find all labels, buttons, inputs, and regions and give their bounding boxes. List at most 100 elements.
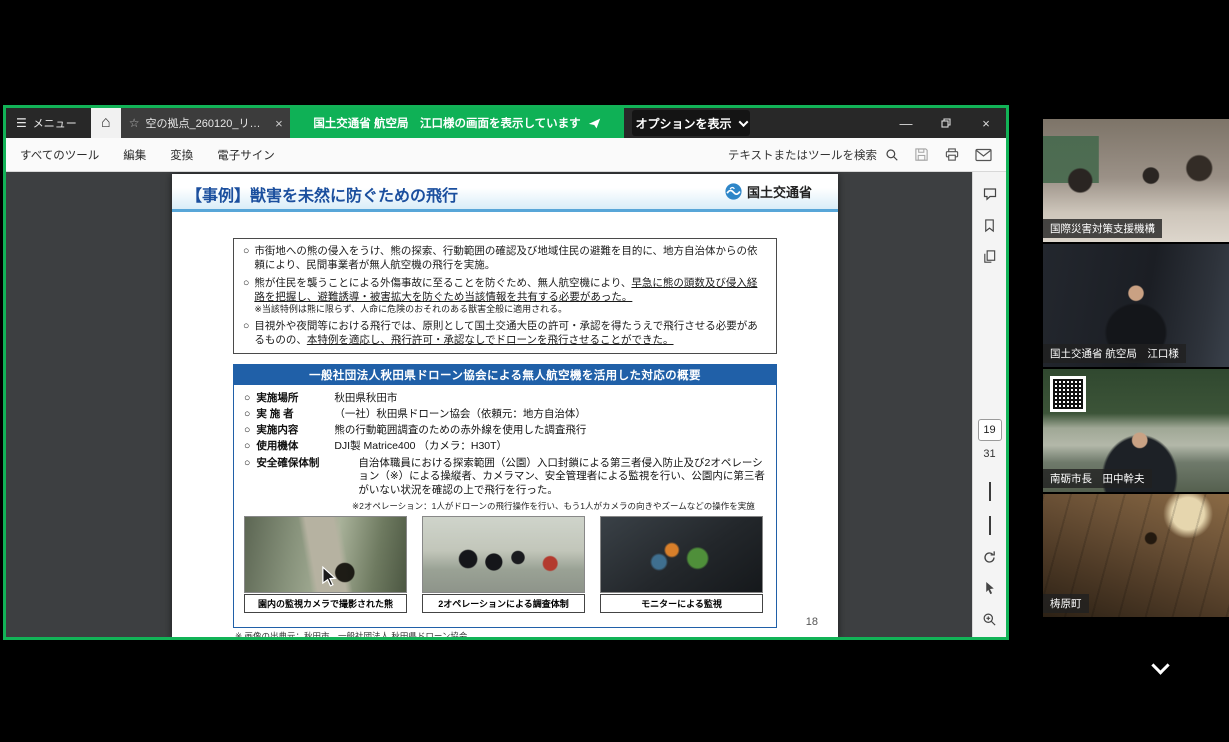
- home-icon: ⌂: [101, 114, 111, 132]
- esign-menu-item[interactable]: 電子サイン: [217, 147, 275, 163]
- email-button[interactable]: [975, 148, 992, 162]
- bookmarks-button[interactable]: [982, 218, 997, 233]
- restore-icon: [940, 117, 952, 129]
- tab-close-icon[interactable]: ×: [275, 116, 283, 131]
- show-options-button[interactable]: オプションを表示: [632, 110, 750, 136]
- more-participants-button[interactable]: [1146, 650, 1174, 678]
- star-icon[interactable]: ☆: [129, 116, 140, 130]
- refresh-icon: [982, 550, 997, 565]
- refresh-button[interactable]: [982, 550, 997, 565]
- print-button[interactable]: [944, 147, 960, 162]
- minimize-button[interactable]: —: [886, 108, 926, 138]
- email-icon: [975, 148, 992, 162]
- participant-tile-3[interactable]: 南砺市長 田中幹夫: [1043, 369, 1229, 492]
- intro-bullet-3-text: 目視外や夜間等における飛行では、原則として国土交通大臣の許可・承認を得たうえで飛…: [254, 320, 767, 348]
- restore-button[interactable]: [926, 108, 966, 138]
- pdf-image-source-note: ※ 画像の出典元：秋田市、一般社団法人 秋田県ドローン協会: [235, 630, 467, 637]
- select-tool-icon: [983, 581, 997, 596]
- detail-label: 安全確保体制: [256, 457, 352, 498]
- pdf-header-band: 【事例】獣害を未然に防ぐための飛行 国土交通省: [172, 174, 838, 212]
- window-titlebar: ☰ メニュー ⌂ ☆ 空の拠点_260120_リバ... × 国土交通省 航空局…: [6, 108, 1006, 138]
- acrobat-toolbar: すべてのツール 編集 変換 電子サイン テキストまたはツールを検索: [6, 138, 1006, 172]
- document-tab[interactable]: ☆ 空の拠点_260120_リバ... ×: [121, 108, 291, 138]
- pdf-photo-row: 園内の監視カメラで撮影された熊 2オペレーションによる調査体制 モニターによる監…: [244, 516, 766, 613]
- detail-value: （一社）秋田県ドローン協会（依頼元：地方自治体）: [334, 408, 766, 422]
- detail-row-operator: ○ 実 施 者 （一社）秋田県ドローン協会（依頼元：地方自治体）: [244, 408, 766, 422]
- save-button[interactable]: [914, 147, 929, 162]
- pdf-intro-box: ○ 市街地への熊の侵入をうけ、熊の探索、行動範囲の確認及び地域住民の避難を目的に…: [233, 238, 777, 354]
- rail-nav-icons: [973, 482, 1006, 637]
- desktop: ☰ メニュー ⌂ ☆ 空の拠点_260120_リバ... × 国土交通省 航空局…: [0, 0, 1229, 742]
- pages-icon: [982, 249, 997, 264]
- photo-card-operators: 2オペレーションによる調査体制: [422, 516, 585, 613]
- bullet-icon: ○: [244, 408, 250, 422]
- bullet-icon: ○: [243, 320, 249, 348]
- detail-row-safety: ○ 安全確保体制 自治体職員における探索範囲（公園）入口封鎖による第三者侵入防止…: [244, 457, 766, 498]
- bullet-icon: ○: [244, 440, 250, 454]
- chevron-down-icon: [989, 516, 991, 535]
- detail-value: 熊の行動範囲調査のための赤外線を使用した調査飛行: [334, 424, 766, 438]
- pdf-photo-operators: [422, 516, 585, 593]
- share-banner: 国土交通省 航空局 江口様の画面を表示しています: [290, 108, 624, 138]
- window-controls: — ×: [886, 108, 1006, 138]
- comment-tool-button[interactable]: [982, 186, 998, 202]
- pdf-page[interactable]: 【事例】獣害を未然に防ぐための飛行 国土交通省 ○ 市街地への熊の侵入をうけ、熊…: [172, 174, 838, 637]
- acrobat-right-rail: 19 31: [972, 172, 1006, 637]
- search-input[interactable]: テキストまたはツールを検索: [728, 147, 899, 163]
- participant-name-label: 国際災害対策支援機構: [1043, 219, 1162, 238]
- bullet-icon: ○: [244, 392, 250, 406]
- detail-row-content: ○ 実施内容 熊の行動範囲調査のための赤外線を使用した調査飛行: [244, 424, 766, 438]
- chevron-up-icon: [989, 482, 991, 501]
- rail-top-icons: [973, 186, 1006, 264]
- underlined-segment: 本特例を適応し、飛行許可・承認なしでドローンを飛行させることができた。: [307, 334, 674, 346]
- document-view-area: 【事例】獣害を未然に防ぐための飛行 国土交通省 ○ 市街地への熊の侵入をうけ、熊…: [6, 172, 1006, 637]
- detail-value: 秋田県秋田市: [334, 392, 766, 406]
- all-tools-menu-item[interactable]: すべてのツール: [20, 147, 99, 163]
- intro-bullet-1-text: 市街地への熊の侵入をうけ、熊の探索、行動範囲の確認及び地域住民の避難を目的に、地…: [254, 245, 767, 273]
- bullet-icon: ○: [243, 245, 249, 273]
- acrobat-window: ☰ メニュー ⌂ ☆ 空の拠点_260120_リバ... × 国土交通省 航空局…: [3, 105, 1009, 640]
- photo-caption: 2オペレーションによる調査体制: [422, 594, 585, 613]
- pdf-slide-title: 【事例】獣害を未然に防ぐための飛行: [186, 182, 458, 206]
- menu-button[interactable]: ☰ メニュー: [6, 108, 87, 138]
- intro-bullet-2-note: ※当該特例は熊に限らず、人命に危険のおそれのある獣害全般に適用される。: [254, 304, 767, 316]
- photo-card-monitor: モニターによる監視: [600, 516, 763, 613]
- intro-bullet-2: ○ 熊が住民を襲うことによる外傷事故に至ることを防ぐため、無人航空機により、早急…: [243, 277, 767, 317]
- hamburger-icon: ☰: [16, 116, 27, 130]
- pdf-section-title-bar: 一般社団法人秋田県ドローン協会による無人航空機を活用した対応の概要: [233, 364, 777, 385]
- page-number-input[interactable]: 19: [978, 419, 1002, 441]
- detail-value: DJI製 Matrice400 （カメラ：H30T）: [334, 440, 766, 454]
- convert-menu-item[interactable]: 変換: [170, 147, 193, 163]
- next-page-button[interactable]: [989, 516, 991, 534]
- edit-menu-item[interactable]: 編集: [123, 147, 146, 163]
- page-total-label: 31: [983, 448, 995, 460]
- participant-tile-2[interactable]: 国土交通省 航空局 江口様: [1043, 244, 1229, 367]
- pdf-details-box: ○ 実施場所 秋田県秋田市 ○ 実 施 者 （一社）秋田県ドローン協会（依頼元：…: [233, 385, 777, 628]
- detail-row-location: ○ 実施場所 秋田県秋田市: [244, 392, 766, 406]
- participants-panel: 国際災害対策支援機構 国土交通省 航空局 江口様 南砺市長 田中幹夫 梼原町: [1043, 119, 1229, 617]
- detail-label: 実 施 者: [256, 408, 328, 422]
- detail-label: 実施内容: [256, 424, 328, 438]
- close-button[interactable]: ×: [966, 108, 1006, 138]
- toolbar-right-group: テキストまたはツールを検索: [728, 147, 992, 163]
- text-segment: 熊が住民を襲うことによる外傷事故に至ることを防ぐため、無人航空機により、: [254, 277, 631, 289]
- bullet-icon: ○: [244, 424, 250, 438]
- page-thumbnails-button[interactable]: [982, 249, 997, 264]
- photo-caption: 園内の監視カメラで撮影された熊: [244, 594, 407, 613]
- bullet-icon: ○: [243, 277, 249, 317]
- previous-page-button[interactable]: [989, 482, 991, 500]
- participant-name-label: 梼原町: [1043, 594, 1089, 613]
- participant-tile-4[interactable]: 梼原町: [1043, 494, 1229, 617]
- search-icon: [885, 148, 899, 162]
- share-banner-text: 国土交通省 航空局 江口様の画面を表示しています: [313, 115, 580, 131]
- zoom-in-icon: [982, 612, 997, 627]
- zoom-in-button[interactable]: [982, 612, 997, 627]
- detail-value: 自治体職員における探索範囲（公園）入口封鎖による第三者侵入防止及び2オペレーショ…: [358, 457, 766, 498]
- intro-bullet-1: ○ 市街地への熊の侵入をうけ、熊の探索、行動範囲の確認及び地域住民の避難を目的に…: [243, 245, 767, 273]
- participant-tile-1[interactable]: 国際災害対策支援機構: [1043, 119, 1229, 242]
- home-tab[interactable]: ⌂: [91, 108, 121, 138]
- menu-label: メニュー: [33, 115, 77, 131]
- show-options-label: オプションを表示: [635, 115, 731, 132]
- select-tool-button[interactable]: [983, 581, 997, 596]
- detail-row-aircraft: ○ 使用機体 DJI製 Matrice400 （カメラ：H30T）: [244, 440, 766, 454]
